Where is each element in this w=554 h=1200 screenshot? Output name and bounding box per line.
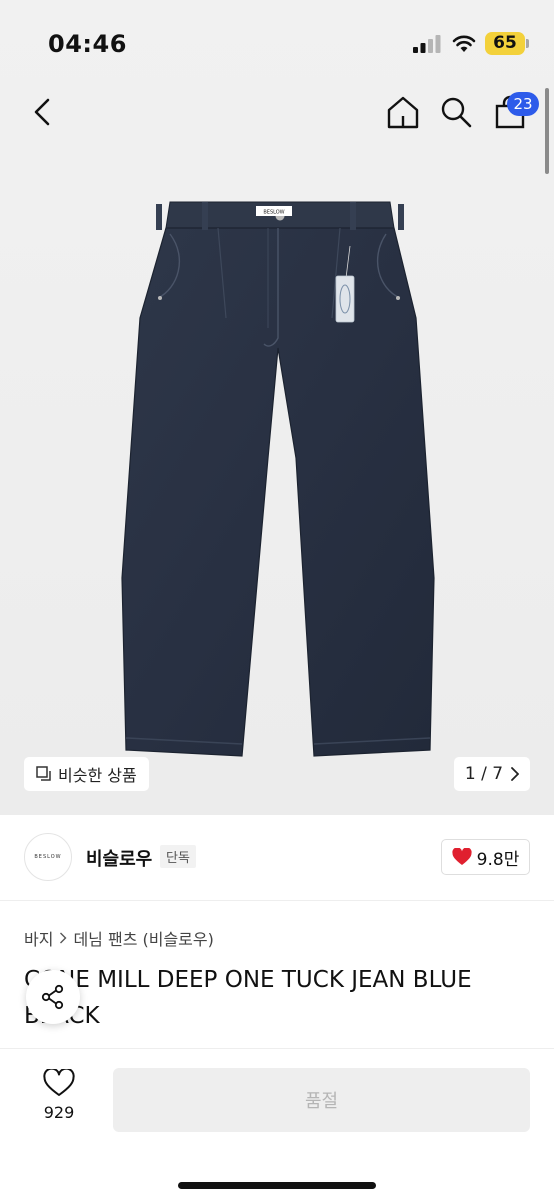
- similar-products-label: 비슷한 상품: [58, 766, 137, 785]
- breadcrumb-subcategory[interactable]: 데님 팬츠 (비슬로우): [73, 926, 213, 950]
- home-indicator[interactable]: [178, 1182, 376, 1189]
- copy-icon: [36, 766, 51, 781]
- brand-logo[interactable]: BESLOW: [24, 833, 72, 881]
- share-button[interactable]: [26, 970, 80, 1024]
- heart-outline-icon: [43, 1067, 75, 1096]
- chevron-right-icon: [60, 932, 67, 944]
- breadcrumb-category[interactable]: 바지: [24, 926, 53, 950]
- jeans-label-text: BESLOW: [263, 210, 284, 216]
- wishlist-button[interactable]: 929: [30, 1067, 88, 1122]
- page-indicator-text: 1 / 7: [464, 764, 504, 784]
- similar-products-button[interactable]: 비슷한 상품: [24, 757, 149, 791]
- product-title: CONE MILL DEEP ONE TUCK JEAN BLUE BLACK: [24, 967, 472, 1029]
- brand-name[interactable]: 비슬로우: [86, 845, 152, 871]
- exclusive-badge: 단독: [160, 845, 196, 868]
- product-photo: BESLOW: [121, 201, 435, 757]
- home-icon[interactable]: [385, 94, 421, 130]
- brand-like-count: 9.8만: [476, 849, 520, 870]
- scrollbar[interactable]: [545, 88, 549, 174]
- back-arrow-icon[interactable]: [28, 94, 58, 130]
- wifi-icon: [452, 35, 476, 52]
- breadcrumb: 바지 데님 팬츠 (비슬로우): [24, 926, 214, 950]
- search-icon[interactable]: [438, 94, 474, 130]
- cellular-signal-icon: [413, 35, 441, 53]
- brand-like-button[interactable]: 9.8만: [441, 839, 530, 875]
- brand-row: BESLOW 비슬로우 단독 9.8만: [0, 815, 554, 901]
- sold-out-button[interactable]: 품절: [113, 1068, 530, 1132]
- wishlist-count: 929: [43, 1103, 75, 1122]
- chevron-right-icon: [511, 767, 520, 781]
- share-icon: [41, 984, 64, 1010]
- bottom-action-bar: 929 품절: [0, 1048, 554, 1200]
- status-bar: 04:46 65: [0, 0, 554, 80]
- product-image-gallery[interactable]: 04:46 65 23 BESLOW 비슷한 상품 1 / 7: [0, 0, 554, 815]
- brand-logo-text: BESLOW: [34, 854, 62, 860]
- heart-filled-icon: [452, 848, 472, 865]
- battery-tip: [526, 39, 529, 48]
- cart-count-badge: 23: [507, 92, 539, 116]
- gallery-page-indicator[interactable]: 1 / 7: [454, 757, 530, 791]
- status-time: 04:46: [48, 30, 127, 58]
- battery-indicator: 65: [485, 32, 525, 55]
